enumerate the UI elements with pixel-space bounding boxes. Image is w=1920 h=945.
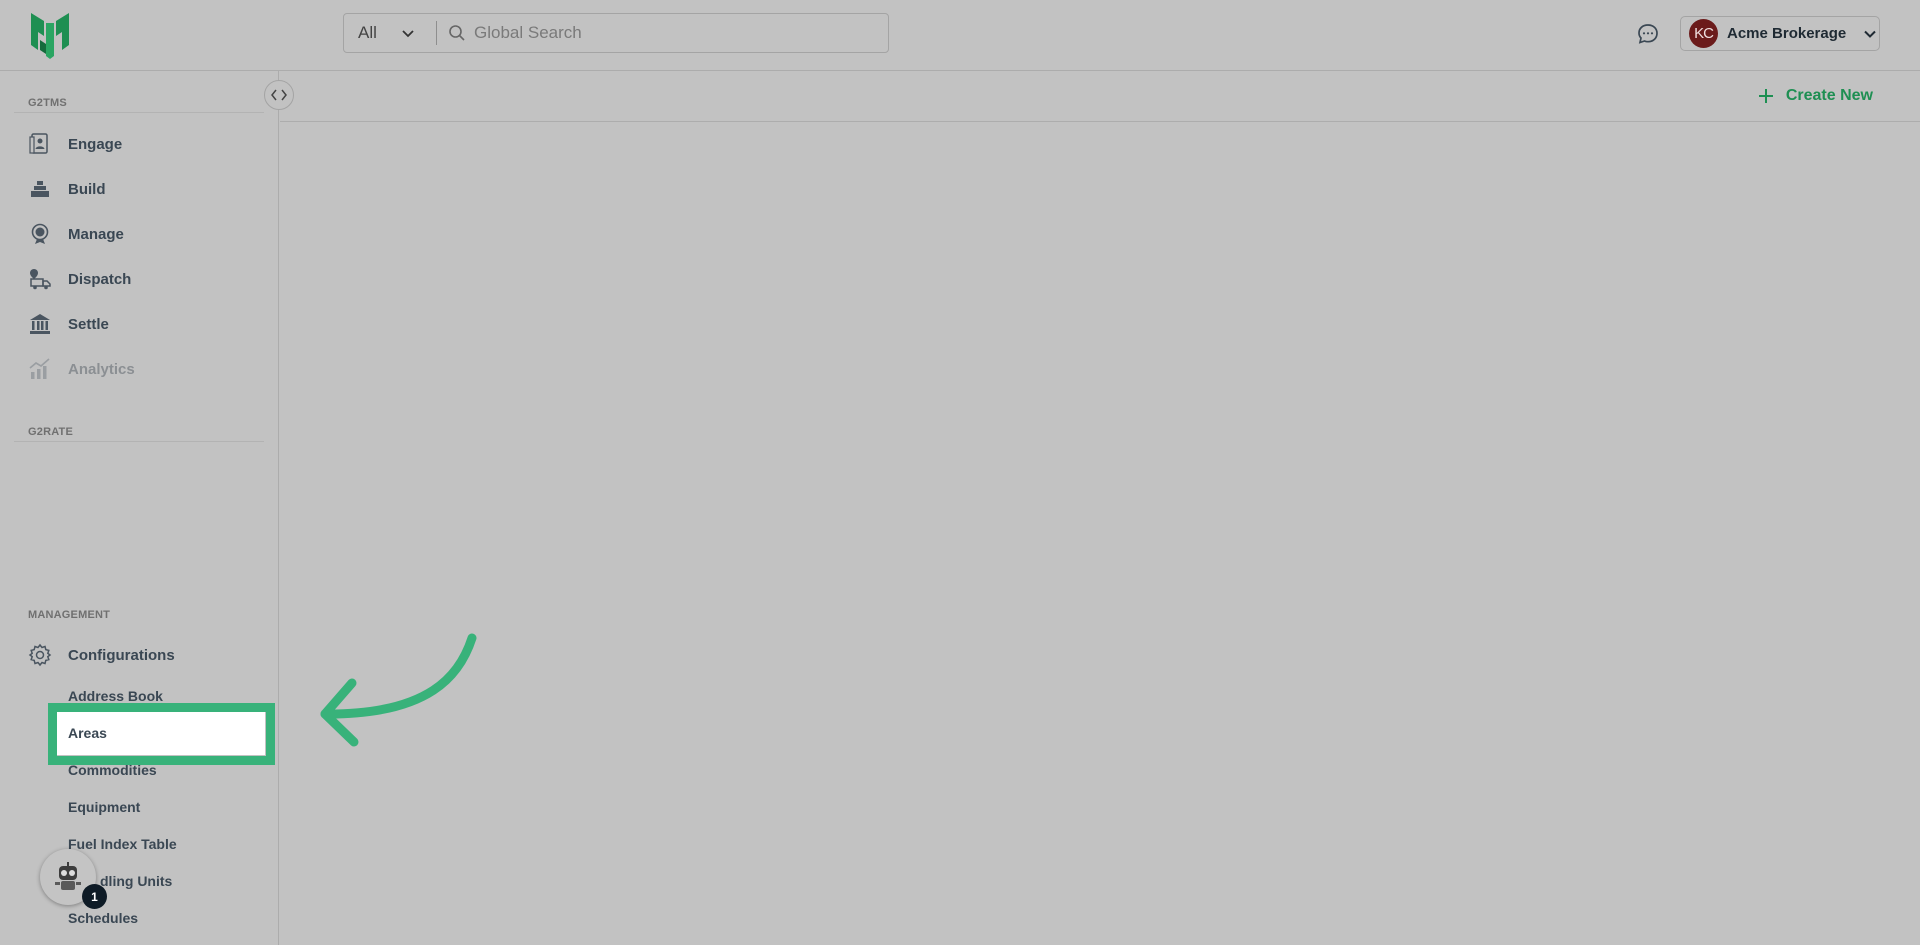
sidebar-item-configurations[interactable]: Configurations	[28, 641, 175, 669]
sidebar-item-label: Engage	[68, 135, 123, 153]
manage-icon	[31, 223, 49, 244]
company-logo[interactable]	[28, 10, 72, 60]
gear-icon	[28, 643, 52, 667]
sidebar-item-settle[interactable]: Settle	[28, 310, 109, 338]
sidebar-item-engage[interactable]: Engage	[28, 130, 122, 158]
section-label-g2rate: G2RATE	[28, 426, 74, 438]
account-name: Acme Brokerage	[1727, 25, 1847, 42]
sidebar-item-label: Configurations	[68, 646, 175, 664]
content-toolbar: Create New	[280, 71, 1920, 122]
top-header: All KC Acme Brokerage	[0, 0, 1920, 71]
config-item-fuel-index-table[interactable]: Fuel Index Table	[68, 836, 177, 852]
sidebar-item-label: Settle	[68, 315, 109, 333]
sidebar-item-build[interactable]: Build	[28, 175, 106, 203]
sidebar-item-manage[interactable]: Manage	[28, 220, 124, 248]
plus-icon	[1758, 89, 1773, 103]
sidebar-item-label: Analytics	[68, 360, 135, 378]
avatar: KC	[1689, 19, 1718, 48]
notification-badge: 1	[82, 884, 107, 909]
chevron-down-icon	[1864, 30, 1876, 38]
search-icon	[449, 25, 465, 41]
section-label-g2tms: G2TMS	[28, 97, 67, 109]
robot-icon	[55, 862, 81, 890]
curved-arrow-pointer	[320, 633, 477, 747]
account-switcher[interactable]: KC Acme Brokerage	[1680, 16, 1880, 51]
config-item-areas-label: Areas	[68, 725, 107, 741]
search-scope-select[interactable]: All	[344, 14, 436, 52]
sidebar-item-dispatch[interactable]: Dispatch	[28, 265, 131, 293]
section-divider	[14, 112, 264, 113]
chevron-down-icon	[402, 30, 414, 38]
sidebar-item-label: Dispatch	[68, 270, 132, 288]
analytics-icon	[29, 358, 50, 379]
build-icon	[31, 181, 49, 197]
create-new-label: Create New	[1785, 87, 1873, 104]
config-item-schedules[interactable]: Schedules	[68, 910, 138, 926]
config-item-commodities[interactable]: Commodities	[68, 762, 157, 778]
global-search-bar: All	[343, 13, 889, 53]
section-label-management: MANAGEMENT	[28, 609, 111, 621]
config-item-address-book[interactable]: Address Book	[68, 688, 163, 704]
engage-icon	[29, 133, 48, 154]
config-item-handling-units[interactable]: dling Units	[100, 873, 172, 889]
settle-icon	[30, 314, 50, 334]
create-new-button[interactable]: Create New	[1758, 87, 1873, 105]
sidebar-collapse-button[interactable]	[264, 80, 294, 110]
sidebar-item-analytics[interactable]: Analytics	[28, 355, 135, 383]
chat-icon[interactable]	[1636, 22, 1660, 46]
sidebar-item-label: Manage	[68, 225, 124, 243]
global-search-input[interactable]	[474, 23, 854, 43]
search-scope-value: All	[358, 23, 377, 42]
sidebar-item-label: Build	[68, 180, 106, 198]
section-divider	[14, 441, 264, 442]
search-divider	[436, 21, 437, 45]
config-item-equipment[interactable]: Equipment	[68, 799, 140, 815]
dispatch-icon	[30, 269, 51, 290]
code-brackets-icon	[271, 89, 287, 101]
